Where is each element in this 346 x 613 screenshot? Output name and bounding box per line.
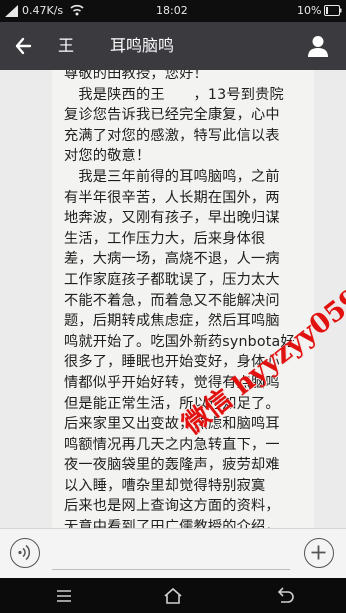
system-nav-bar bbox=[0, 578, 346, 613]
chat-area: 尊敬的田教授，您好！ 我是陕西的王 ，13号到贵院 复诊您告诉我已经完全康复，心… bbox=[0, 70, 346, 528]
message-line: 以入睡，嘈杂里却觉得特别寂寞 bbox=[64, 477, 266, 494]
chat-title: 耳鸣脑鸣 bbox=[110, 36, 175, 55]
plus-button[interactable] bbox=[304, 538, 334, 568]
input-bar bbox=[0, 528, 346, 579]
message-line: 不能不着急，而着急又不能解决问 bbox=[64, 292, 280, 309]
voice-icon bbox=[18, 544, 31, 561]
message-line: 差，大病一场，高烧不退，人一病 bbox=[64, 251, 280, 268]
battery-icon bbox=[324, 5, 342, 16]
message-line: 夜一夜脑袋里的轰隆声，疲劳却难 bbox=[64, 457, 280, 474]
plus-icon bbox=[311, 545, 326, 560]
battery-percent: 10% bbox=[297, 4, 322, 17]
message-line: 有半年很辛苦，人长期在国外，两 bbox=[64, 189, 280, 206]
message-line: 尊敬的田教授，您好！ bbox=[64, 70, 208, 82]
message-line: 复诊您告诉我已经完全康复，心中 bbox=[64, 107, 280, 124]
message-line: 题，后期转成焦虑症，然后耳鸣脑 bbox=[64, 313, 280, 330]
title-bar: 王 耳鸣脑鸣 bbox=[0, 22, 346, 70]
contact-name: 王 bbox=[58, 36, 75, 55]
message-line: 我是三年前得的耳鸣脑鸣，之前 bbox=[64, 168, 280, 185]
signal-icon bbox=[5, 5, 18, 17]
message-line: 充满了对您的感激，特写此信以表 bbox=[64, 127, 280, 144]
menu-icon[interactable] bbox=[52, 586, 76, 606]
back-icon[interactable] bbox=[272, 586, 296, 606]
message-line: 对您的敬意！ bbox=[64, 148, 151, 165]
message-line: 生活，工作压力大，后来身体很 bbox=[64, 230, 266, 247]
message-line: 地奔波，又刚有孩子，早出晚归谋 bbox=[64, 210, 280, 227]
message-input[interactable] bbox=[52, 543, 290, 570]
message-line: 工作家庭孩子都耽误了，压力太大 bbox=[64, 271, 280, 288]
clock: 18:02 bbox=[156, 4, 188, 17]
message-line: 无意中看到了田广儒教授的介绍， bbox=[64, 519, 280, 528]
home-icon[interactable] bbox=[161, 586, 185, 606]
message-bubble[interactable]: 尊敬的田教授，您好！ 我是陕西的王 ，13号到贵院 复诊您告诉我已经完全康复，心… bbox=[52, 70, 314, 528]
voice-button[interactable] bbox=[10, 538, 40, 568]
message-line: 鸣额情况再几天之内急转直下，一 bbox=[64, 436, 280, 453]
message-line: 我是陕西的王 ，13号到贵院 bbox=[64, 86, 284, 103]
wifi-icon bbox=[70, 4, 84, 16]
network-speed: 0.47K/s bbox=[22, 4, 64, 17]
back-arrow-icon[interactable] bbox=[10, 32, 38, 60]
profile-icon[interactable] bbox=[304, 32, 332, 60]
message-line: 后来也是网上查询这方面的资料， bbox=[64, 498, 280, 515]
status-bar: 0.47K/s 18:02 10% bbox=[0, 0, 346, 22]
